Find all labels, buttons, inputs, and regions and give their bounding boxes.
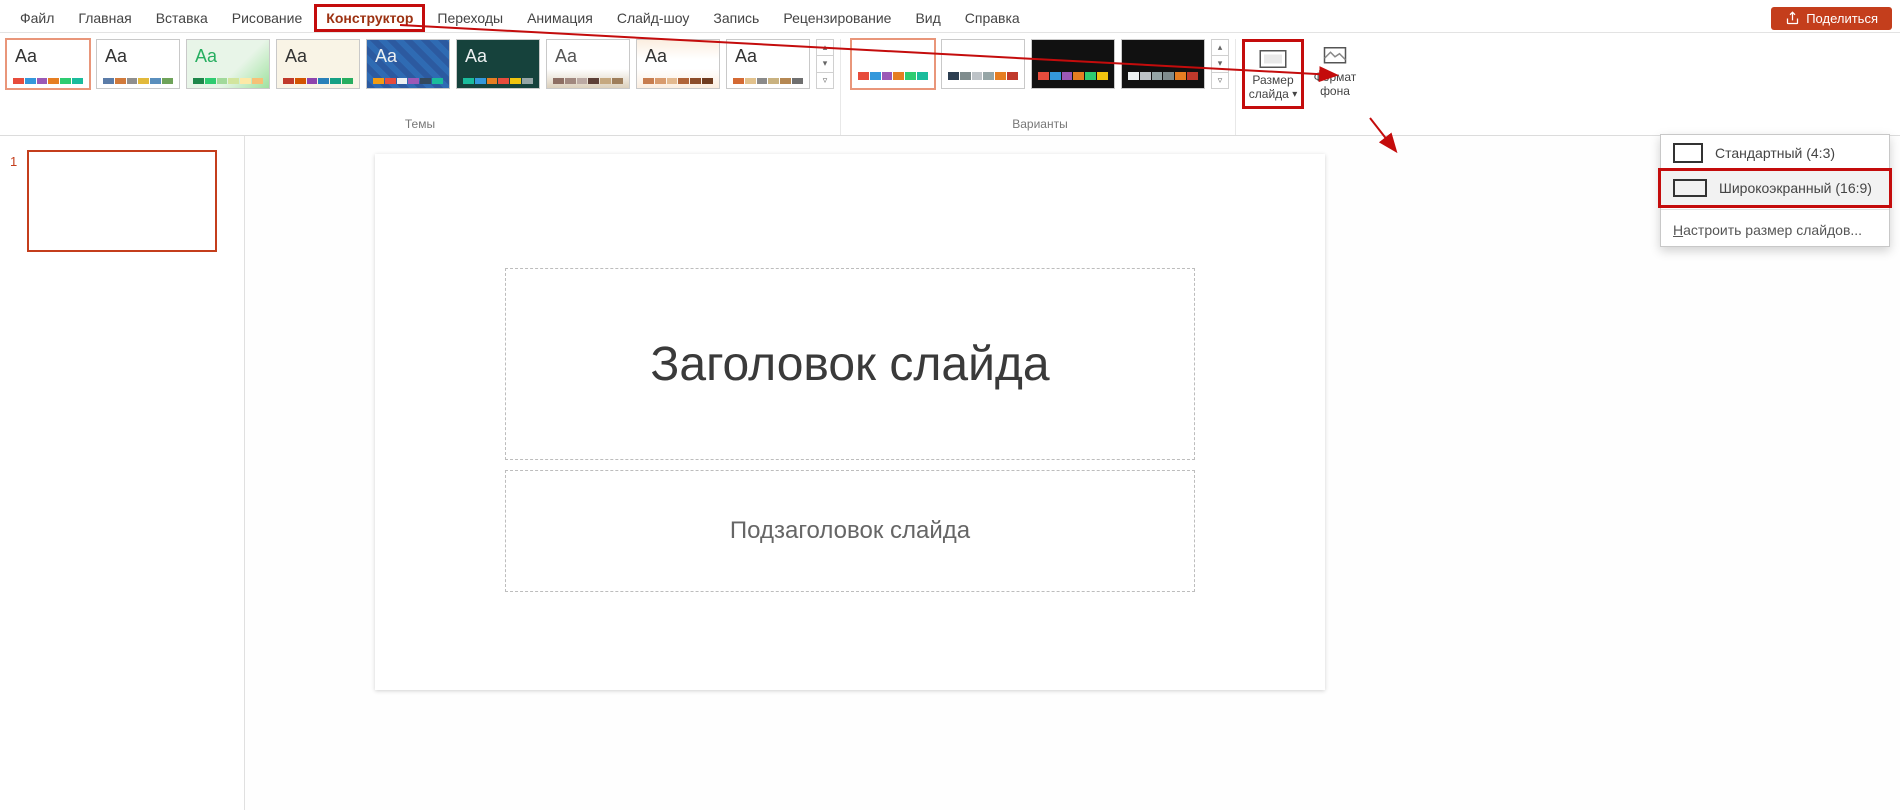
variant-color-bars — [948, 72, 1018, 80]
menu-animations[interactable]: Анимация — [515, 4, 605, 32]
theme-aa-text: Aa — [375, 46, 397, 67]
menu-slideshow[interactable]: Слайд-шоу — [605, 4, 702, 32]
share-label: Поделиться — [1806, 11, 1878, 26]
variants-gallery-nav: ▴▾▿ — [1211, 39, 1229, 89]
size-custom-accel: Н — [1673, 222, 1683, 238]
slide-canvas[interactable]: Заголовок слайда Подзаголовок слайда — [375, 154, 1325, 690]
theme-thumb-7[interactable]: Aa — [636, 39, 720, 89]
bg-format-label2: фона — [1320, 85, 1350, 99]
size-option-standard-label: Стандартный (4:3) — [1715, 145, 1835, 161]
variant-color-bars — [1038, 72, 1108, 80]
aspect-4-3-icon — [1673, 143, 1703, 163]
size-option-widescreen-label: Широкоэкранный (16:9) — [1719, 180, 1872, 196]
share-button[interactable]: Поделиться — [1771, 7, 1892, 30]
variants-nav-up[interactable]: ▴ — [1212, 40, 1228, 56]
size-option-standard[interactable]: Стандартный (4:3) — [1661, 135, 1889, 171]
themes-gallery: Aa Aa Aa Aa Aa Aa Aa Aa Aa ▴▾▿ — [6, 39, 834, 89]
ribbon-group-customize: Размер слайда ▾ Формат фона — [1236, 39, 1372, 135]
theme-aa-text: Aa — [735, 46, 757, 67]
variants-nav-down[interactable]: ▾ — [1212, 56, 1228, 72]
theme-color-bars — [553, 78, 623, 84]
menu-draw[interactable]: Рисование — [220, 4, 315, 32]
ribbon-group-themes: Aa Aa Aa Aa Aa Aa Aa Aa Aa ▴▾▿ Темы — [0, 39, 841, 135]
slide-size-dropdown: Стандартный (4:3) Широкоэкранный (16:9) … — [1660, 134, 1890, 247]
size-option-custom[interactable]: Настроить размер слайдов... — [1661, 214, 1889, 246]
size-custom-label: астроить размер слайдов... — [1683, 222, 1862, 238]
theme-thumb-2[interactable]: Aa — [186, 39, 270, 89]
slide-size-button[interactable]: Размер слайда ▾ — [1242, 39, 1304, 109]
theme-thumb-1[interactable]: Aa — [96, 39, 180, 89]
slide-size-label1: Размер — [1252, 74, 1293, 88]
slide-size-label2: слайда ▾ — [1249, 88, 1297, 102]
share-icon — [1785, 11, 1800, 26]
variants-nav-more[interactable]: ▿ — [1212, 73, 1228, 88]
themes-nav-up[interactable]: ▴ — [817, 40, 833, 56]
menu-file[interactable]: Файл — [8, 4, 66, 32]
slide-thumbnail-pane: 1 — [0, 136, 245, 810]
theme-thumb-8[interactable]: Aa — [726, 39, 810, 89]
theme-aa-text: Aa — [105, 46, 127, 67]
variant-thumb-1[interactable] — [941, 39, 1025, 89]
themes-nav-more[interactable]: ▿ — [817, 73, 833, 88]
theme-color-bars — [643, 78, 713, 84]
theme-aa-text: Aa — [15, 46, 37, 67]
slide-title-placeholder[interactable]: Заголовок слайда — [505, 268, 1195, 460]
bg-format-label1: Формат — [1314, 71, 1357, 85]
menu-insert[interactable]: Вставка — [144, 4, 220, 32]
background-format-icon — [1320, 43, 1350, 69]
theme-color-bars — [193, 78, 263, 84]
themes-nav-down[interactable]: ▾ — [817, 56, 833, 72]
background-format-button[interactable]: Формат фона — [1304, 39, 1366, 109]
size-option-widescreen[interactable]: Широкоэкранный (16:9) — [1658, 168, 1892, 208]
variants-group-label: Варианты — [1012, 117, 1067, 135]
size-menu-divider — [1661, 209, 1889, 210]
aspect-16-9-icon — [1673, 179, 1707, 197]
menu-view[interactable]: Вид — [903, 4, 952, 32]
themes-gallery-nav: ▴▾▿ — [816, 39, 834, 89]
variant-thumb-0[interactable] — [851, 39, 935, 89]
theme-color-bars — [103, 78, 173, 84]
slide-number: 1 — [10, 154, 17, 169]
theme-aa-text: Aa — [465, 46, 487, 67]
menu-record[interactable]: Запись — [701, 4, 771, 32]
theme-thumb-4[interactable]: Aa — [366, 39, 450, 89]
theme-aa-text: Aa — [645, 46, 667, 67]
menu-transitions[interactable]: Переходы — [425, 4, 515, 32]
theme-aa-text: Aa — [285, 46, 307, 67]
theme-thumb-5[interactable]: Aa — [456, 39, 540, 89]
theme-aa-text: Aa — [195, 46, 217, 67]
variant-color-bars — [1128, 72, 1198, 80]
theme-thumb-6[interactable]: Aa — [546, 39, 630, 89]
theme-color-bars — [463, 78, 533, 84]
menu-design[interactable]: Конструктор — [314, 4, 425, 32]
themes-group-label: Темы — [405, 117, 435, 135]
variant-thumb-3[interactable] — [1121, 39, 1205, 89]
slide-editor-area[interactable]: Заголовок слайда Подзаголовок слайда — [245, 136, 1900, 810]
slide-thumbnail-1[interactable] — [27, 150, 217, 252]
ribbon-design: AaAaAaAaAaAaAaAaAa▴▾▿ Темы ▴▾▿ Варианты … — [0, 32, 1900, 136]
theme-thumb-3[interactable]: Aa — [276, 39, 360, 89]
ribbon-group-variants: ▴▾▿ Варианты — [845, 39, 1236, 135]
slide-size-icon — [1258, 46, 1288, 72]
menu-bar: Файл Главная Вставка Рисование Конструкт… — [0, 0, 1900, 32]
theme-thumb-0[interactable]: Aa — [6, 39, 90, 89]
theme-color-bars — [733, 78, 803, 84]
variant-color-bars — [858, 72, 928, 80]
theme-aa-text: Aa — [555, 46, 577, 67]
workspace: 1 Заголовок слайда Подзаголовок слайда — [0, 136, 1900, 810]
variant-thumb-2[interactable] — [1031, 39, 1115, 89]
theme-color-bars — [373, 78, 443, 84]
theme-color-bars — [283, 78, 353, 84]
menu-help[interactable]: Справка — [953, 4, 1032, 32]
menu-review[interactable]: Рецензирование — [771, 4, 903, 32]
variants-gallery: ▴▾▿ — [851, 39, 1229, 89]
slide-subtitle-placeholder[interactable]: Подзаголовок слайда — [505, 470, 1195, 592]
theme-color-bars — [13, 78, 83, 84]
menu-home[interactable]: Главная — [66, 4, 143, 32]
